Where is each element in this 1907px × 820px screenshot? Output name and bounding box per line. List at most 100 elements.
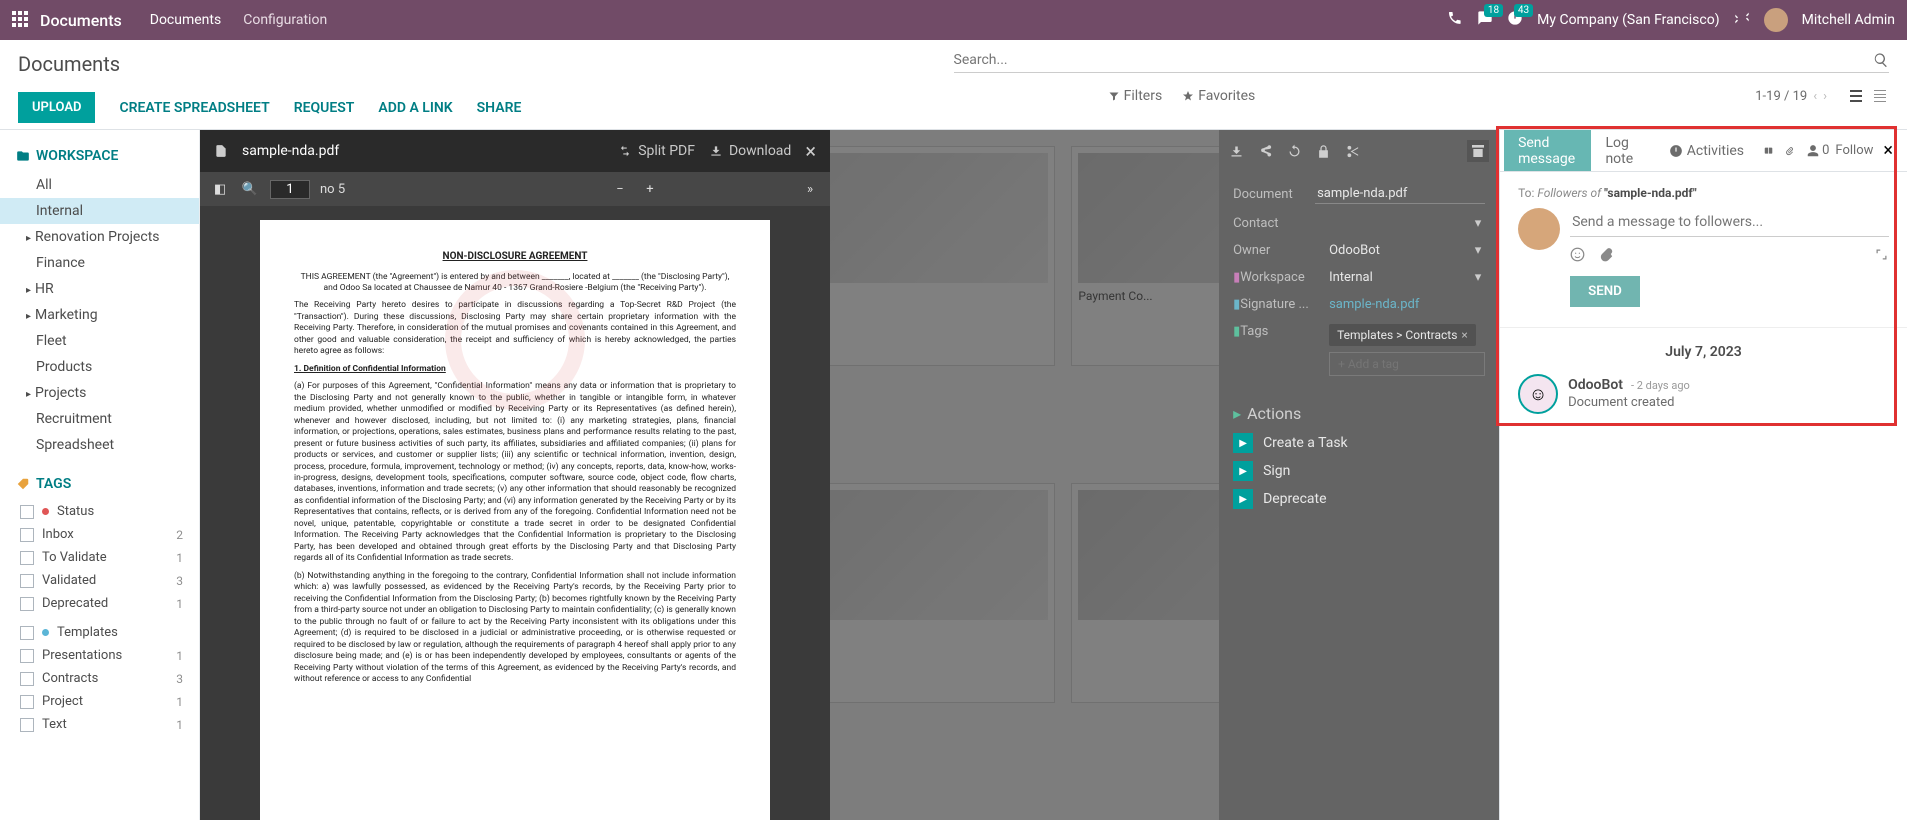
share-button[interactable]: SHARE	[477, 100, 522, 116]
chevron-down-icon[interactable]: ▾	[1471, 216, 1485, 231]
split-pdf-button[interactable]: Split PDF	[618, 143, 695, 159]
sidebar-toggle-icon[interactable]: ◧	[210, 182, 230, 197]
page-total: no 5	[320, 182, 345, 197]
tag-deprecated[interactable]: Deprecated1	[0, 592, 199, 615]
owner-field[interactable]: OdooBot	[1329, 243, 1461, 258]
pdf-tools-icon[interactable]: »	[800, 182, 820, 197]
user-avatar[interactable]	[1764, 8, 1788, 32]
page-number-input[interactable]	[270, 180, 310, 199]
field-label: Owner	[1233, 243, 1319, 258]
book-icon[interactable]	[1764, 144, 1773, 158]
lock-icon[interactable]	[1316, 144, 1331, 159]
download-icon[interactable]	[1229, 144, 1244, 159]
emoji-icon[interactable]	[1570, 247, 1585, 262]
activities-icon[interactable]: 43	[1507, 10, 1523, 30]
message-input[interactable]	[1570, 208, 1889, 237]
zoom-out-icon[interactable]: −	[610, 182, 630, 197]
list-view-icon[interactable]	[1871, 87, 1889, 105]
send-button[interactable]: SEND	[1570, 276, 1640, 307]
filters-button[interactable]: Filters	[1108, 88, 1163, 104]
page-title: Documents	[18, 52, 954, 76]
document-name-input[interactable]	[1315, 184, 1485, 204]
download-button[interactable]: Download	[709, 143, 791, 159]
apps-icon[interactable]	[12, 11, 30, 29]
clock-icon	[1669, 144, 1683, 158]
debug-icon[interactable]	[1734, 10, 1750, 30]
kanban-view-icon[interactable]	[1847, 87, 1865, 105]
sidebar-item-fleet[interactable]: Fleet	[0, 328, 199, 354]
control-panel: Documents UPLOAD CREATE SPREADSHEET REQU…	[0, 40, 1907, 130]
sidebar-item-projects[interactable]: ▸Projects	[0, 380, 199, 406]
attach-file-icon[interactable]	[1599, 247, 1614, 262]
share-doc-icon[interactable]	[1258, 144, 1273, 159]
voip-icon[interactable]	[1447, 10, 1463, 30]
tags-header: TAGS	[0, 472, 199, 500]
tag-chip[interactable]: Templates > Contracts×	[1329, 324, 1476, 346]
sidebar-item-finance[interactable]: Finance	[0, 250, 199, 276]
pager-prev[interactable]: ‹	[1813, 89, 1817, 104]
tag-text[interactable]: Text1	[0, 713, 199, 736]
action-sign[interactable]: ▶Sign	[1233, 461, 1485, 481]
follow-button[interactable]: Follow	[1835, 143, 1873, 158]
tag-inbox[interactable]: Inbox2	[0, 523, 199, 546]
archive-icon[interactable]	[1467, 140, 1489, 162]
remove-tag-icon[interactable]: ×	[1461, 328, 1467, 342]
followers-button[interactable]: 0	[1806, 143, 1829, 158]
menu-configuration[interactable]: Configuration	[243, 12, 327, 28]
sidebar-item-all[interactable]: All	[0, 172, 199, 198]
field-label: ▮Tags	[1233, 324, 1319, 339]
sidebar-item-spreadsheet[interactable]: Spreadsheet	[0, 432, 199, 458]
sidebar-item-products[interactable]: Products	[0, 354, 199, 380]
tag-group-templates[interactable]: Templates	[0, 621, 199, 644]
tag-validated[interactable]: Validated3	[0, 569, 199, 592]
replace-icon[interactable]	[1287, 144, 1302, 159]
company-switcher[interactable]: My Company (San Francisco)	[1537, 12, 1719, 28]
tab-activities[interactable]: Activities	[1655, 130, 1758, 171]
composer-avatar	[1518, 208, 1560, 250]
tab-log-note[interactable]: Log note	[1591, 130, 1654, 171]
sidebar-item-internal[interactable]: Internal	[0, 198, 199, 224]
pager-value: 1-19 / 19	[1755, 89, 1807, 104]
close-preview-icon[interactable]: ×	[805, 139, 816, 163]
tag-group-status[interactable]: Status	[0, 500, 199, 523]
add-tag-input[interactable]	[1329, 352, 1485, 376]
upload-button[interactable]: UPLOAD	[18, 92, 95, 123]
tab-send-message[interactable]: Send message	[1504, 130, 1591, 171]
menu-documents[interactable]: Documents	[150, 12, 221, 28]
chatter-panel: Send message Log note Activities 0 Follo…	[1499, 130, 1907, 820]
action-deprecate[interactable]: ▶Deprecate	[1233, 489, 1485, 509]
sidebar-item-renovation[interactable]: ▸Renovation Projects	[0, 224, 199, 250]
tag-tovalidate[interactable]: To Validate1	[0, 546, 199, 569]
folder-icon	[16, 149, 30, 163]
add-link-button[interactable]: ADD A LINK	[378, 100, 452, 116]
cut-icon[interactable]	[1345, 144, 1360, 159]
close-chatter-icon[interactable]: ×	[1873, 140, 1903, 161]
pager-next[interactable]: ›	[1823, 89, 1827, 104]
discuss-badge: 18	[1484, 4, 1503, 17]
field-label: ▮Workspace	[1233, 270, 1319, 285]
request-button[interactable]: REQUEST	[294, 100, 355, 116]
search-input[interactable]	[954, 52, 1874, 68]
expand-icon[interactable]	[1874, 247, 1889, 262]
signature-link[interactable]: sample-nda.pdf	[1329, 297, 1485, 312]
app-brand[interactable]: Documents	[40, 11, 122, 30]
search-icon[interactable]	[1873, 52, 1889, 68]
zoom-in-icon[interactable]: +	[640, 182, 660, 197]
chevron-down-icon[interactable]: ▾	[1471, 270, 1485, 285]
favorites-button[interactable]: Favorites	[1182, 88, 1255, 104]
user-name[interactable]: Mitchell Admin	[1802, 12, 1895, 28]
sidebar-item-hr[interactable]: ▸HR	[0, 276, 199, 302]
tag-contracts[interactable]: Contracts3	[0, 667, 199, 690]
field-label: Document	[1233, 187, 1305, 202]
discuss-icon[interactable]: 18	[1477, 10, 1493, 30]
sidebar-item-recruitment[interactable]: Recruitment	[0, 406, 199, 432]
search-pdf-icon[interactable]: 🔍	[240, 182, 260, 197]
chevron-down-icon[interactable]: ▾	[1471, 243, 1485, 258]
tag-presentations[interactable]: Presentations1	[0, 644, 199, 667]
sidebar-item-marketing[interactable]: ▸Marketing	[0, 302, 199, 328]
attach-icon[interactable]	[1785, 144, 1794, 158]
action-create-task[interactable]: ▶Create a Task	[1233, 433, 1485, 453]
create-spreadsheet-button[interactable]: CREATE SPREADSHEET	[119, 100, 269, 116]
workspace-field[interactable]: Internal	[1329, 270, 1461, 285]
tag-project[interactable]: Project1	[0, 690, 199, 713]
